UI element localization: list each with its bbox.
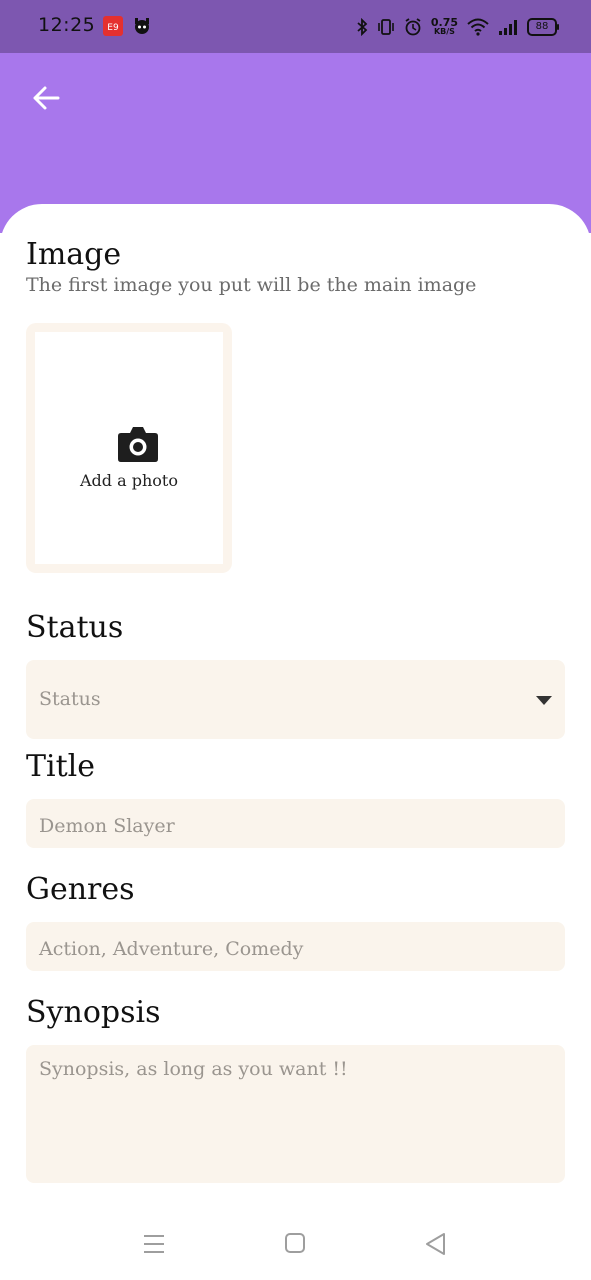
add-photo-label: Add a photo: [80, 471, 178, 490]
synopsis-textarea[interactable]: Synopsis, as long as you want !!: [26, 1045, 565, 1183]
back-triangle-icon[interactable]: [424, 1232, 446, 1256]
vibrate-icon: [378, 19, 394, 35]
synopsis-section-title: Synopsis: [26, 995, 161, 1030]
network-speed: 0.75 KB/S: [430, 16, 458, 36]
bluetooth-icon: [357, 18, 368, 36]
status-dropdown[interactable]: Status: [26, 660, 565, 739]
title-input-placeholder: Demon Slayer: [39, 815, 175, 837]
add-photo-button[interactable]: Add a photo: [26, 323, 232, 573]
app-red-badge-icon: E9: [103, 16, 123, 36]
chevron-down-icon: [536, 696, 552, 705]
network-speed-unit: KB/S: [433, 27, 455, 36]
home-icon[interactable]: [285, 1233, 305, 1253]
camera-icon: [118, 427, 158, 462]
system-nav-bar: [0, 1210, 591, 1280]
battery-level: 88: [535, 21, 549, 32]
genres-input[interactable]: Action, Adventure, Comedy: [26, 922, 565, 971]
battery-icon: 88: [527, 18, 559, 36]
svg-text:E9: E9: [107, 23, 119, 33]
status-time: 12:25: [38, 14, 96, 36]
image-section-title: Image: [26, 237, 122, 272]
genres-input-placeholder: Action, Adventure, Comedy: [39, 938, 304, 960]
status-bar: 12:25 E9 0.75 KB/S 88: [0, 0, 591, 53]
image-section-subtitle: The first image you put will be the main…: [26, 274, 477, 296]
menu-icon[interactable]: [143, 1234, 165, 1254]
title-input[interactable]: Demon Slayer: [26, 799, 565, 848]
synopsis-textarea-placeholder: Synopsis, as long as you want !!: [39, 1058, 348, 1080]
app-mascot-icon: [135, 18, 149, 34]
arrow-left-icon[interactable]: [30, 82, 62, 114]
photo-placeholder: Add a photo: [35, 332, 223, 564]
status-dropdown-placeholder: Status: [39, 688, 101, 710]
status-section-title: Status: [26, 610, 124, 645]
alarm-icon: [405, 18, 421, 36]
genres-section-title: Genres: [26, 872, 135, 907]
signal-icon: [499, 20, 517, 35]
title-section-title: Title: [26, 749, 96, 784]
wifi-icon: [467, 18, 489, 36]
network-speed-value: 0.75: [430, 16, 458, 29]
